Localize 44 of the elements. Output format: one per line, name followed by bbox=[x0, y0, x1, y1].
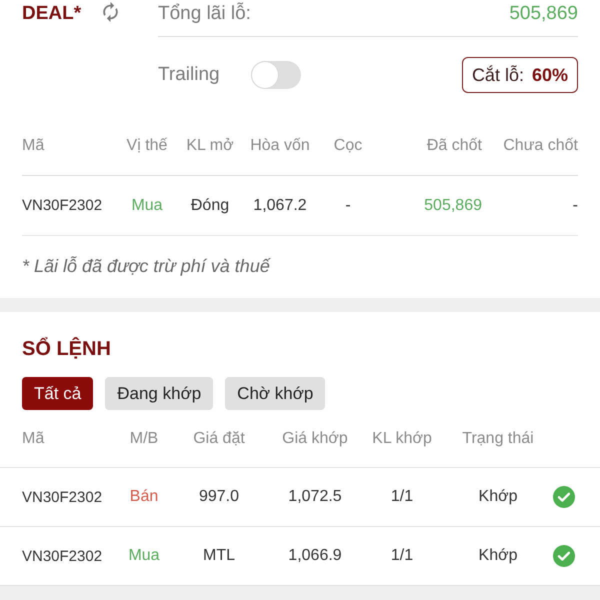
column-header: Mã bbox=[22, 430, 46, 448]
column-header: KL khớp bbox=[371, 430, 433, 448]
footnote-text: * Lãi lỗ đã được trừ phí và thuế bbox=[22, 256, 270, 276]
filter-tab[interactable]: Tất cả bbox=[22, 377, 94, 410]
table-cell-text: VN30F2302 bbox=[22, 548, 104, 564]
table-cell-text: 1/1 bbox=[390, 488, 414, 506]
table-cell-text: 997.0 bbox=[198, 488, 240, 506]
table-cell-text: 505,869 bbox=[423, 196, 482, 214]
table-cell-text: VN30F2302 bbox=[22, 197, 104, 214]
column-header: Vị thế bbox=[126, 137, 168, 155]
column-header: KL mở bbox=[185, 137, 235, 155]
table-cell-text: 1/1 bbox=[390, 547, 414, 565]
table-cell-text: Đóng bbox=[190, 196, 230, 214]
section-title: SỔ LỆNH bbox=[22, 338, 111, 360]
table-cell-text: 1,067.2 bbox=[252, 196, 308, 214]
filter-tab[interactable]: Đang khớp bbox=[105, 377, 214, 410]
table-cell-text: Mua bbox=[127, 547, 161, 565]
table-cell-text: MTL bbox=[202, 547, 236, 565]
table-cell-text: 1,072.5 bbox=[287, 488, 343, 506]
table-cell-text: Khớp bbox=[478, 488, 518, 506]
filter-tab[interactable]: Chờ khớp bbox=[225, 377, 326, 410]
refresh-icon[interactable] bbox=[103, 2, 118, 22]
column-header: Mã bbox=[22, 137, 46, 155]
column-header: Chưa chốt bbox=[502, 137, 578, 155]
table-cell-text: Mua bbox=[130, 196, 164, 214]
column-header: Trạng thái bbox=[461, 430, 535, 448]
stop-loss-button[interactable]: Cắt lỗ: 60% bbox=[462, 57, 578, 93]
trailing-label: Trailing bbox=[158, 64, 220, 86]
column-header: Giá đặt bbox=[192, 430, 246, 448]
section-title: DEAL* bbox=[22, 3, 82, 25]
column-header: Đã chốt bbox=[426, 137, 482, 155]
table-cell-text: Bán bbox=[128, 488, 160, 506]
column-header: Cọc bbox=[332, 137, 364, 155]
column-header: M/B bbox=[128, 430, 160, 448]
total-label: Tổng lãi lỗ: bbox=[158, 3, 251, 25]
table-cell-text: VN30F2302 bbox=[22, 488, 104, 506]
column-header: Giá khớp bbox=[281, 430, 349, 448]
column-header: Hòa vốn bbox=[249, 137, 311, 155]
table-cell-text: 1,066.9 bbox=[287, 547, 343, 565]
table-cell-text: - bbox=[572, 196, 578, 214]
total-value: 505,869 bbox=[509, 3, 578, 25]
toggle-switch[interactable] bbox=[250, 61, 301, 89]
table-cell-text: - bbox=[344, 196, 352, 214]
table-cell-text: Khớp bbox=[478, 547, 518, 565]
